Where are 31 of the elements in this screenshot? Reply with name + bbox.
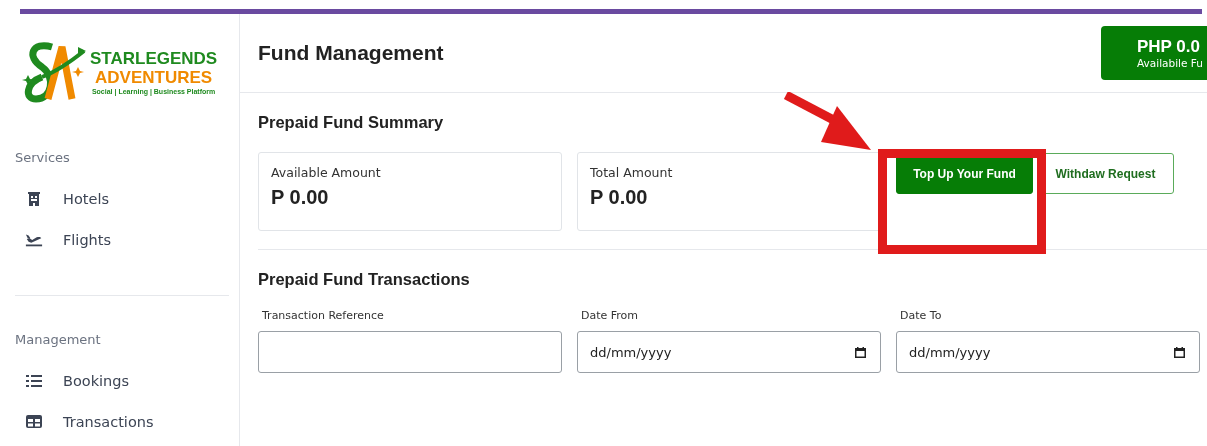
field-label: Transaction Reference (261, 309, 385, 322)
date-field[interactable]: dd/mm/yyyy (577, 331, 881, 373)
airplane-icon (25, 232, 43, 247)
amount-value: P 0.00 (590, 186, 649, 209)
nav-item[interactable]: Hotels (15, 178, 224, 219)
field-label: Date From (580, 309, 640, 322)
section-title: Services (15, 150, 71, 165)
date-field[interactable]: dd/mm/yyyy (896, 331, 1200, 373)
page-title: Fund Management (258, 41, 444, 65)
balance-amount: PHP 0.0 (1137, 37, 1201, 57)
calendar-icon[interactable] (1174, 346, 1185, 358)
nav-item[interactable]: Bookings (15, 360, 224, 401)
amount-label: Available Amount (271, 165, 382, 180)
building-icon (25, 191, 43, 206)
brand-name: STARLEGENDS (90, 48, 218, 68)
section-heading: Prepaid Fund Transactions (258, 270, 471, 289)
amount-label: Total Amount (590, 165, 674, 180)
section-title: Management (15, 332, 102, 347)
table-icon (25, 415, 43, 428)
input-field[interactable] (258, 331, 562, 373)
nav-item[interactable]: Flights (15, 219, 224, 260)
date-placeholder: dd/mm/yyyy (590, 344, 672, 360)
calendar-icon[interactable] (855, 346, 866, 358)
brand-name: ADVENTURES (95, 67, 213, 87)
balance-caption: Availabile Fu (1137, 57, 1204, 69)
list-icon (25, 374, 43, 387)
field-label: Date To (899, 309, 943, 322)
nav-item[interactable]: Transactions (15, 401, 224, 442)
date-placeholder: dd/mm/yyyy (909, 344, 991, 360)
amount-value: P 0.00 (271, 186, 330, 209)
section-heading: Prepaid Fund Summary (258, 113, 445, 132)
